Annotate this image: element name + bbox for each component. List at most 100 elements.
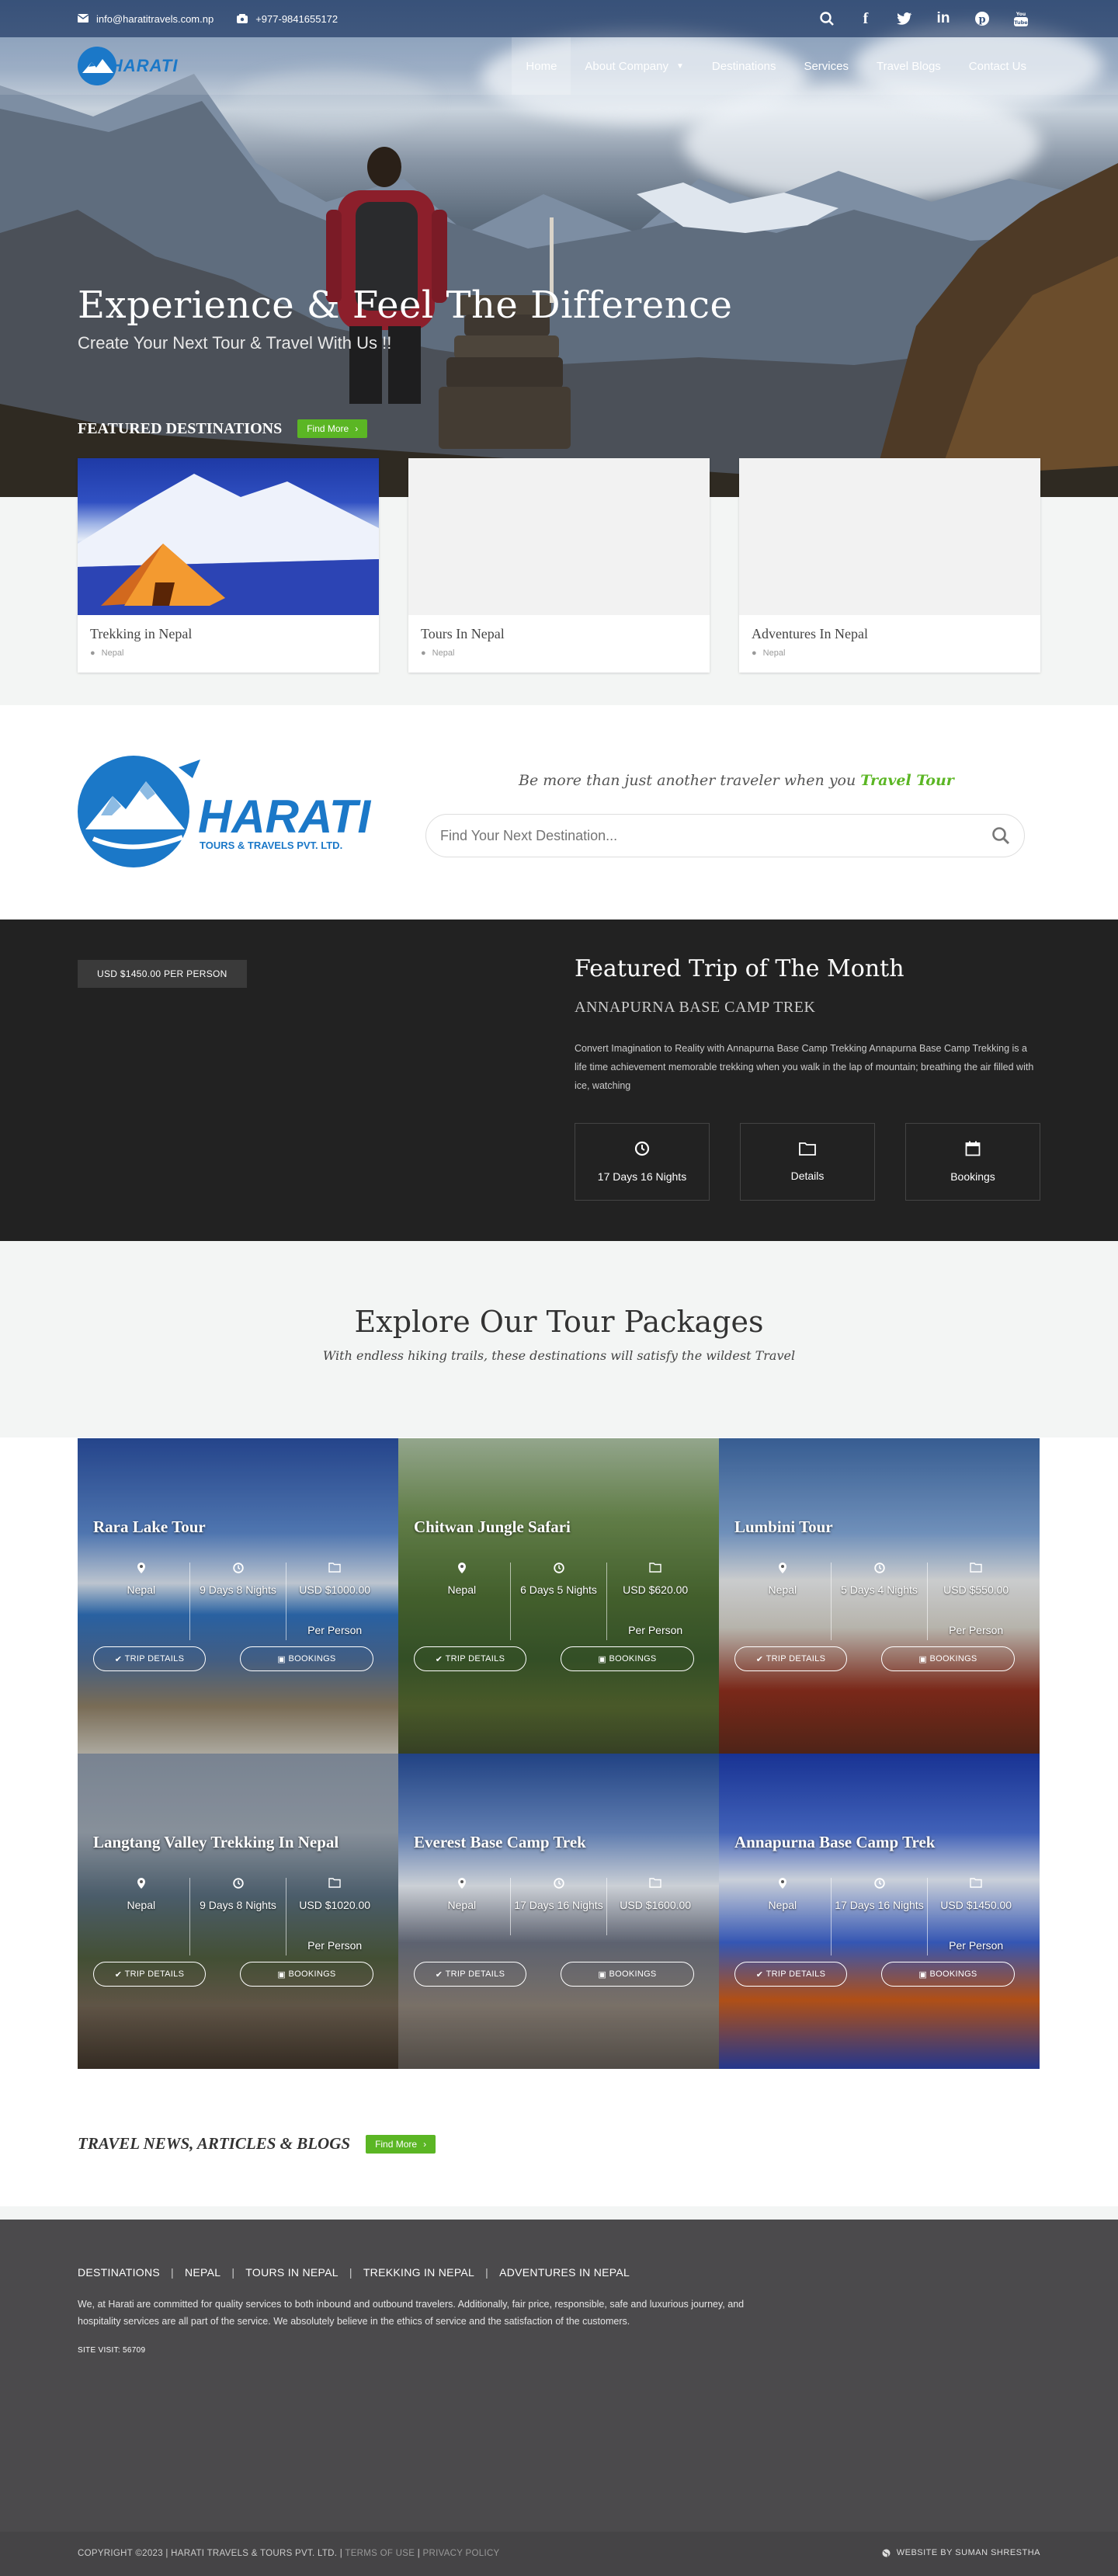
footer-link-tours[interactable]: TOURS IN NEPAL: [245, 2266, 339, 2279]
credit-text: WEBSITE BY SUMAN SHRESTHA: [896, 2548, 1040, 2557]
package-duration-text: 17 Days 16 Nights: [835, 1899, 924, 1911]
top-bar: info@haratitravels.com.np +977-984165517…: [0, 0, 1118, 37]
price-tag: USD $1450.00 PER PERSON: [78, 960, 247, 988]
map-pin-icon: [457, 1563, 467, 1580]
bookings-button[interactable]: ▣ BOOKINGS: [881, 1646, 1015, 1671]
destination-search-input[interactable]: [440, 827, 991, 844]
phone-contact[interactable]: +977-9841655172: [237, 13, 338, 25]
twitter-icon[interactable]: [885, 0, 924, 37]
package-location: Nepal: [93, 1563, 190, 1640]
featured-trip-title: Featured Trip of The Month: [575, 955, 904, 982]
youtube-icon[interactable]: You Tube: [1002, 0, 1040, 37]
search-icon[interactable]: [807, 0, 846, 37]
chevron-right-icon: ›: [355, 423, 359, 434]
bookings-button[interactable]: ▣ BOOKINGS: [240, 1646, 373, 1671]
site-logo[interactable]: HARATI: [78, 47, 178, 85]
footer-link-trekking[interactable]: TREKKING IN NEPAL: [363, 2266, 474, 2279]
trip-bookings-button[interactable]: Bookings: [905, 1123, 1040, 1201]
tour-package-tile[interactable]: Lumbini Tour Nepal 5 Days 4 Nights USD $550…: [719, 1438, 1040, 1754]
terms-link[interactable]: TERMS OF USE: [345, 2549, 415, 2558]
package-title[interactable]: Lumbini Tour: [734, 1517, 833, 1537]
envelope-icon: [78, 14, 89, 23]
featured-trip-name: ANNAPURNA BASE CAMP TREK: [575, 999, 816, 1016]
harati-logo[interactable]: HARATI TOURS & TRAVELS PVT. LTD.: [78, 753, 377, 870]
nav-travel-blogs[interactable]: Travel Blogs: [863, 37, 955, 95]
package-location-text: Nepal: [768, 1899, 797, 1911]
linkedin-icon[interactable]: in: [924, 0, 963, 37]
calendar-icon: ▣: [918, 1969, 930, 1980]
nav-home[interactable]: Home: [512, 37, 571, 95]
trip-details-button[interactable]: ✔ TRIP DETAILS: [414, 1646, 526, 1671]
nav-destinations-label: Destinations: [711, 59, 776, 73]
tour-package-tile[interactable]: Langtang Valley Trekking In Nepal Nepal 9 …: [78, 1754, 398, 2069]
trip-details-button[interactable]: ✔ TRIP DETAILS: [734, 1962, 847, 1987]
nav-services[interactable]: Services: [790, 37, 863, 95]
big-logo-subtitle: TOURS & TRAVELS PVT. LTD.: [200, 840, 342, 851]
package-duration-text: 6 Days 5 Nights: [520, 1583, 597, 1596]
svg-text:Tube: Tube: [1014, 19, 1028, 26]
packages-grid: Rara Lake Tour Nepal 9 Days 8 Nights USD $1…: [78, 1438, 1040, 2069]
package-location: Nepal: [734, 1563, 832, 1640]
tour-package-tile[interactable]: Annapurna Base Camp Trek Nepal 17 Days 16 …: [719, 1754, 1040, 2069]
trip-details-button[interactable]: Details: [740, 1123, 875, 1201]
facebook-icon[interactable]: f: [846, 0, 885, 37]
clock-icon: [634, 1141, 650, 1156]
search-icon[interactable]: [991, 826, 1010, 845]
bookings-button[interactable]: ▣ BOOKINGS: [240, 1962, 373, 1987]
footer-link-destinations[interactable]: DESTINATIONS: [78, 2266, 160, 2279]
package-title[interactable]: Everest Base Camp Trek: [414, 1833, 586, 1852]
package-per-text: Per Person: [949, 1939, 1004, 1952]
pinterest-icon[interactable]: p: [963, 0, 1002, 37]
tour-package-tile[interactable]: Everest Base Camp Trek Nepal 17 Days 16 Ni…: [398, 1754, 719, 2069]
clock-icon: [873, 1878, 885, 1895]
package-per-text: Per Person: [949, 1624, 1004, 1636]
package-title[interactable]: Annapurna Base Camp Trek: [734, 1833, 935, 1852]
footer-description: We, at Harati are committed for quality …: [78, 2299, 745, 2327]
package-price: USD $1020.00 Per Person: [286, 1878, 383, 1955]
nav-about-company[interactable]: About Company ▼: [571, 37, 697, 95]
package-duration: 9 Days 8 Nights: [190, 1878, 287, 1955]
nav-about-label: About Company: [585, 59, 668, 73]
folder-icon: [970, 1878, 982, 1895]
package-title[interactable]: Chitwan Jungle Safari: [414, 1517, 571, 1537]
tour-package-tile[interactable]: Chitwan Jungle Safari Nepal 6 Days 5 Night…: [398, 1438, 719, 1754]
find-more-label: Find More: [307, 423, 349, 434]
package-stats: Nepal 17 Days 16 Nights USD $1450.00 Per Pe…: [734, 1878, 1024, 1955]
featured-card[interactable]: Tours In Nepal ● Nepal: [408, 458, 710, 673]
package-per-text: Per Person: [307, 1624, 363, 1636]
card-image-placeholder: [739, 458, 1040, 615]
bookings-button[interactable]: ▣ BOOKINGS: [881, 1962, 1015, 1987]
email-contact[interactable]: info@haratitravels.com.np: [78, 13, 214, 25]
featured-card[interactable]: Adventures In Nepal ● Nepal: [739, 458, 1040, 673]
nav-contact-us[interactable]: Contact Us: [955, 37, 1040, 95]
destination-search[interactable]: [425, 814, 1025, 857]
bookings-button[interactable]: ▣ BOOKINGS: [561, 1646, 694, 1671]
featured-find-more-button[interactable]: Find More ›: [297, 419, 368, 438]
package-title[interactable]: Rara Lake Tour: [93, 1517, 206, 1537]
nav-blogs-label: Travel Blogs: [876, 59, 941, 73]
footer-link-adventures[interactable]: ADVENTURES IN NEPAL: [499, 2266, 630, 2279]
search-tagline: Be more than just another traveler when …: [519, 772, 954, 789]
nav-destinations[interactable]: Destinations: [698, 37, 790, 95]
package-per-text: Per Person: [628, 1624, 683, 1636]
calendar-icon: ▣: [598, 1969, 609, 1980]
website-credit[interactable]: WEBSITE BY SUMAN SHRESTHA: [882, 2548, 1040, 2557]
tour-package-tile[interactable]: Rara Lake Tour Nepal 9 Days 8 Nights USD $1…: [78, 1438, 398, 1754]
featured-card[interactable]: Trekking in Nepal ● Nepal: [78, 458, 379, 673]
bookings-button[interactable]: ▣ BOOKINGS: [561, 1962, 694, 1987]
trip-details-button[interactable]: ✔ TRIP DETAILS: [734, 1646, 847, 1671]
trip-details-button[interactable]: ✔ TRIP DETAILS: [93, 1646, 206, 1671]
card-image-placeholder: [408, 458, 710, 615]
package-location-text: Nepal: [447, 1583, 477, 1596]
package-price-text: USD $1600.00: [620, 1899, 692, 1911]
map-pin-icon: ●: [752, 648, 757, 658]
privacy-link[interactable]: PRIVACY POLICY: [423, 2549, 500, 2558]
footer-link-nepal[interactable]: NEPAL: [185, 2266, 220, 2279]
trip-details-button[interactable]: ✔ TRIP DETAILS: [414, 1962, 526, 1987]
package-buttons: ✔ TRIP DETAILS ▣ BOOKINGS: [734, 1646, 1015, 1671]
blog-find-more-button[interactable]: Find More ›: [366, 2134, 436, 2154]
package-title[interactable]: Langtang Valley Trekking In Nepal: [93, 1833, 339, 1852]
trip-duration-button[interactable]: 17 Days 16 Nights: [575, 1123, 710, 1201]
package-buttons: ✔ TRIP DETAILS ▣ BOOKINGS: [414, 1962, 694, 1987]
trip-details-button[interactable]: ✔ TRIP DETAILS: [93, 1962, 206, 1987]
